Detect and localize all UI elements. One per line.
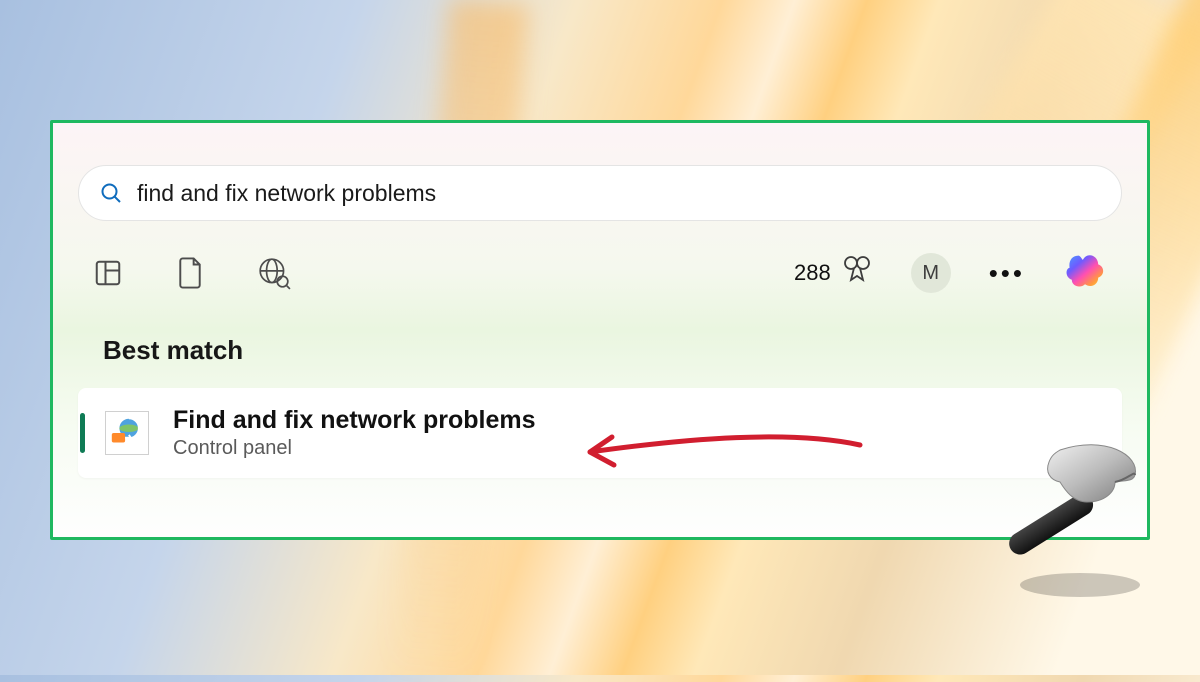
filter-toolbar: 288 M ••• — [93, 249, 1107, 297]
search-input[interactable] — [137, 180, 1101, 207]
rewards-counter[interactable]: 288 — [794, 254, 873, 292]
rewards-badge-icon — [841, 254, 873, 292]
avatar-initial: M — [922, 262, 939, 285]
search-icon — [99, 181, 123, 205]
documents-icon[interactable] — [175, 256, 205, 290]
best-match-result[interactable]: Find and fix network problems Control pa… — [78, 388, 1122, 478]
search-panel: 288 M ••• — [50, 120, 1150, 540]
result-title: Find and fix network problems — [173, 406, 536, 435]
result-subtitle: Control panel — [173, 437, 536, 460]
user-avatar[interactable]: M — [911, 253, 951, 293]
best-match-heading: Best match — [103, 335, 1147, 366]
rewards-points: 288 — [794, 260, 831, 286]
search-bar[interactable] — [78, 165, 1122, 221]
apps-icon[interactable] — [93, 258, 123, 288]
copilot-icon[interactable] — [1063, 249, 1107, 298]
troubleshooter-icon — [105, 411, 149, 455]
selection-indicator — [80, 413, 85, 453]
web-icon[interactable] — [257, 256, 291, 290]
